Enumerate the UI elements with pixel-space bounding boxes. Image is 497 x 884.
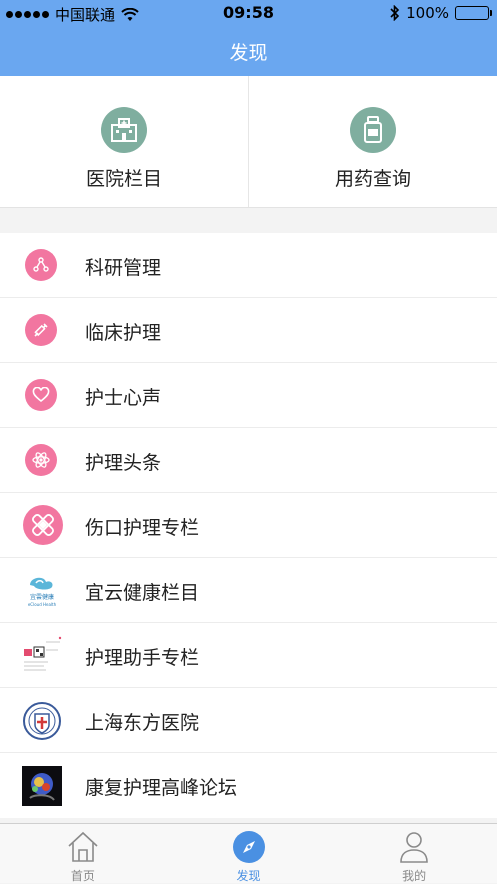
syringe-icon bbox=[25, 314, 57, 346]
molecule-nodes-icon bbox=[25, 249, 57, 281]
list-item-research-management[interactable]: 科研管理 bbox=[0, 233, 497, 298]
hospital-icon bbox=[101, 107, 147, 153]
compass-icon bbox=[232, 830, 266, 864]
list-item-rehab-nursing-forum[interactable]: 康复护理高峰论坛 bbox=[0, 753, 497, 818]
person-icon bbox=[397, 830, 431, 864]
tab-label: 我的 bbox=[402, 869, 427, 883]
list-item-label: 上海东方医院 bbox=[85, 712, 200, 734]
list-item-yiyun-health[interactable]: 宜雲健康 eCloud Health 宜云健康栏目 bbox=[0, 558, 497, 623]
tab-discover[interactable]: 发现 bbox=[166, 824, 332, 883]
grid-item-label: 用药查询 bbox=[334, 168, 411, 190]
list-item-shanghai-east-hospital[interactable]: 上海东方医院 bbox=[0, 688, 497, 753]
tab-mine[interactable]: 我的 bbox=[331, 824, 497, 883]
tab-bar: 首页 发现 我的 bbox=[0, 823, 497, 883]
discover-list: 科研管理 临床护理 护士心声 护理头条 伤口护理专栏 宜雲健康 eCloud H… bbox=[0, 233, 497, 818]
grid-item-medicine-search[interactable]: 用药查询 bbox=[249, 76, 497, 207]
home-icon bbox=[66, 830, 100, 864]
medicine-bottle-icon bbox=[350, 107, 396, 153]
list-item-label: 临床护理 bbox=[85, 322, 162, 344]
tab-home[interactable]: 首页 bbox=[0, 824, 166, 883]
tab-label: 发现 bbox=[236, 869, 261, 883]
heart-icon bbox=[25, 379, 57, 411]
logo-text: 宜雲健康 bbox=[30, 593, 54, 601]
battery-percent: 100% bbox=[406, 4, 449, 22]
brain-scan-thumbnail bbox=[22, 766, 62, 806]
list-item-label: 宜云健康栏目 bbox=[85, 582, 200, 604]
list-item-nursing-assistant[interactable]: 护理助手专栏 bbox=[0, 623, 497, 688]
atom-icon bbox=[25, 444, 57, 476]
list-item-nursing-headlines[interactable]: 护理头条 bbox=[0, 428, 497, 493]
list-item-label: 伤口护理专栏 bbox=[85, 517, 200, 539]
battery-icon bbox=[455, 6, 492, 20]
logo-subtext: eCloud Health bbox=[28, 602, 57, 607]
list-item-wound-care[interactable]: 伤口护理专栏 bbox=[0, 493, 497, 558]
list-item-label: 康复护理高峰论坛 bbox=[85, 777, 238, 799]
bluetooth-icon bbox=[390, 5, 400, 21]
grid-item-hospital-column[interactable]: 医院栏目 bbox=[0, 76, 249, 207]
top-grid: 医院栏目 用药查询 bbox=[0, 76, 497, 208]
bandage-icon bbox=[23, 505, 63, 545]
list-item-clinical-nursing[interactable]: 临床护理 bbox=[0, 298, 497, 363]
list-item-nurse-voices[interactable]: 护士心声 bbox=[0, 363, 497, 428]
status-right: 100% bbox=[390, 4, 492, 22]
hospital-emblem bbox=[22, 701, 62, 741]
yiyun-health-logo: 宜雲健康 eCloud Health bbox=[22, 571, 62, 611]
navigation-bar: 发现 bbox=[0, 26, 497, 76]
list-item-label: 护理助手专栏 bbox=[85, 647, 200, 669]
grid-item-label: 医院栏目 bbox=[85, 168, 162, 190]
status-bar: 中国联通 09:58 100% bbox=[0, 0, 497, 26]
tab-label: 首页 bbox=[70, 869, 95, 883]
list-item-label: 护理头条 bbox=[85, 452, 162, 474]
list-item-label: 科研管理 bbox=[85, 257, 162, 279]
nursing-assistant-thumbnail bbox=[22, 636, 62, 676]
page-title: 发现 bbox=[229, 42, 268, 64]
list-item-label: 护士心声 bbox=[85, 387, 162, 409]
